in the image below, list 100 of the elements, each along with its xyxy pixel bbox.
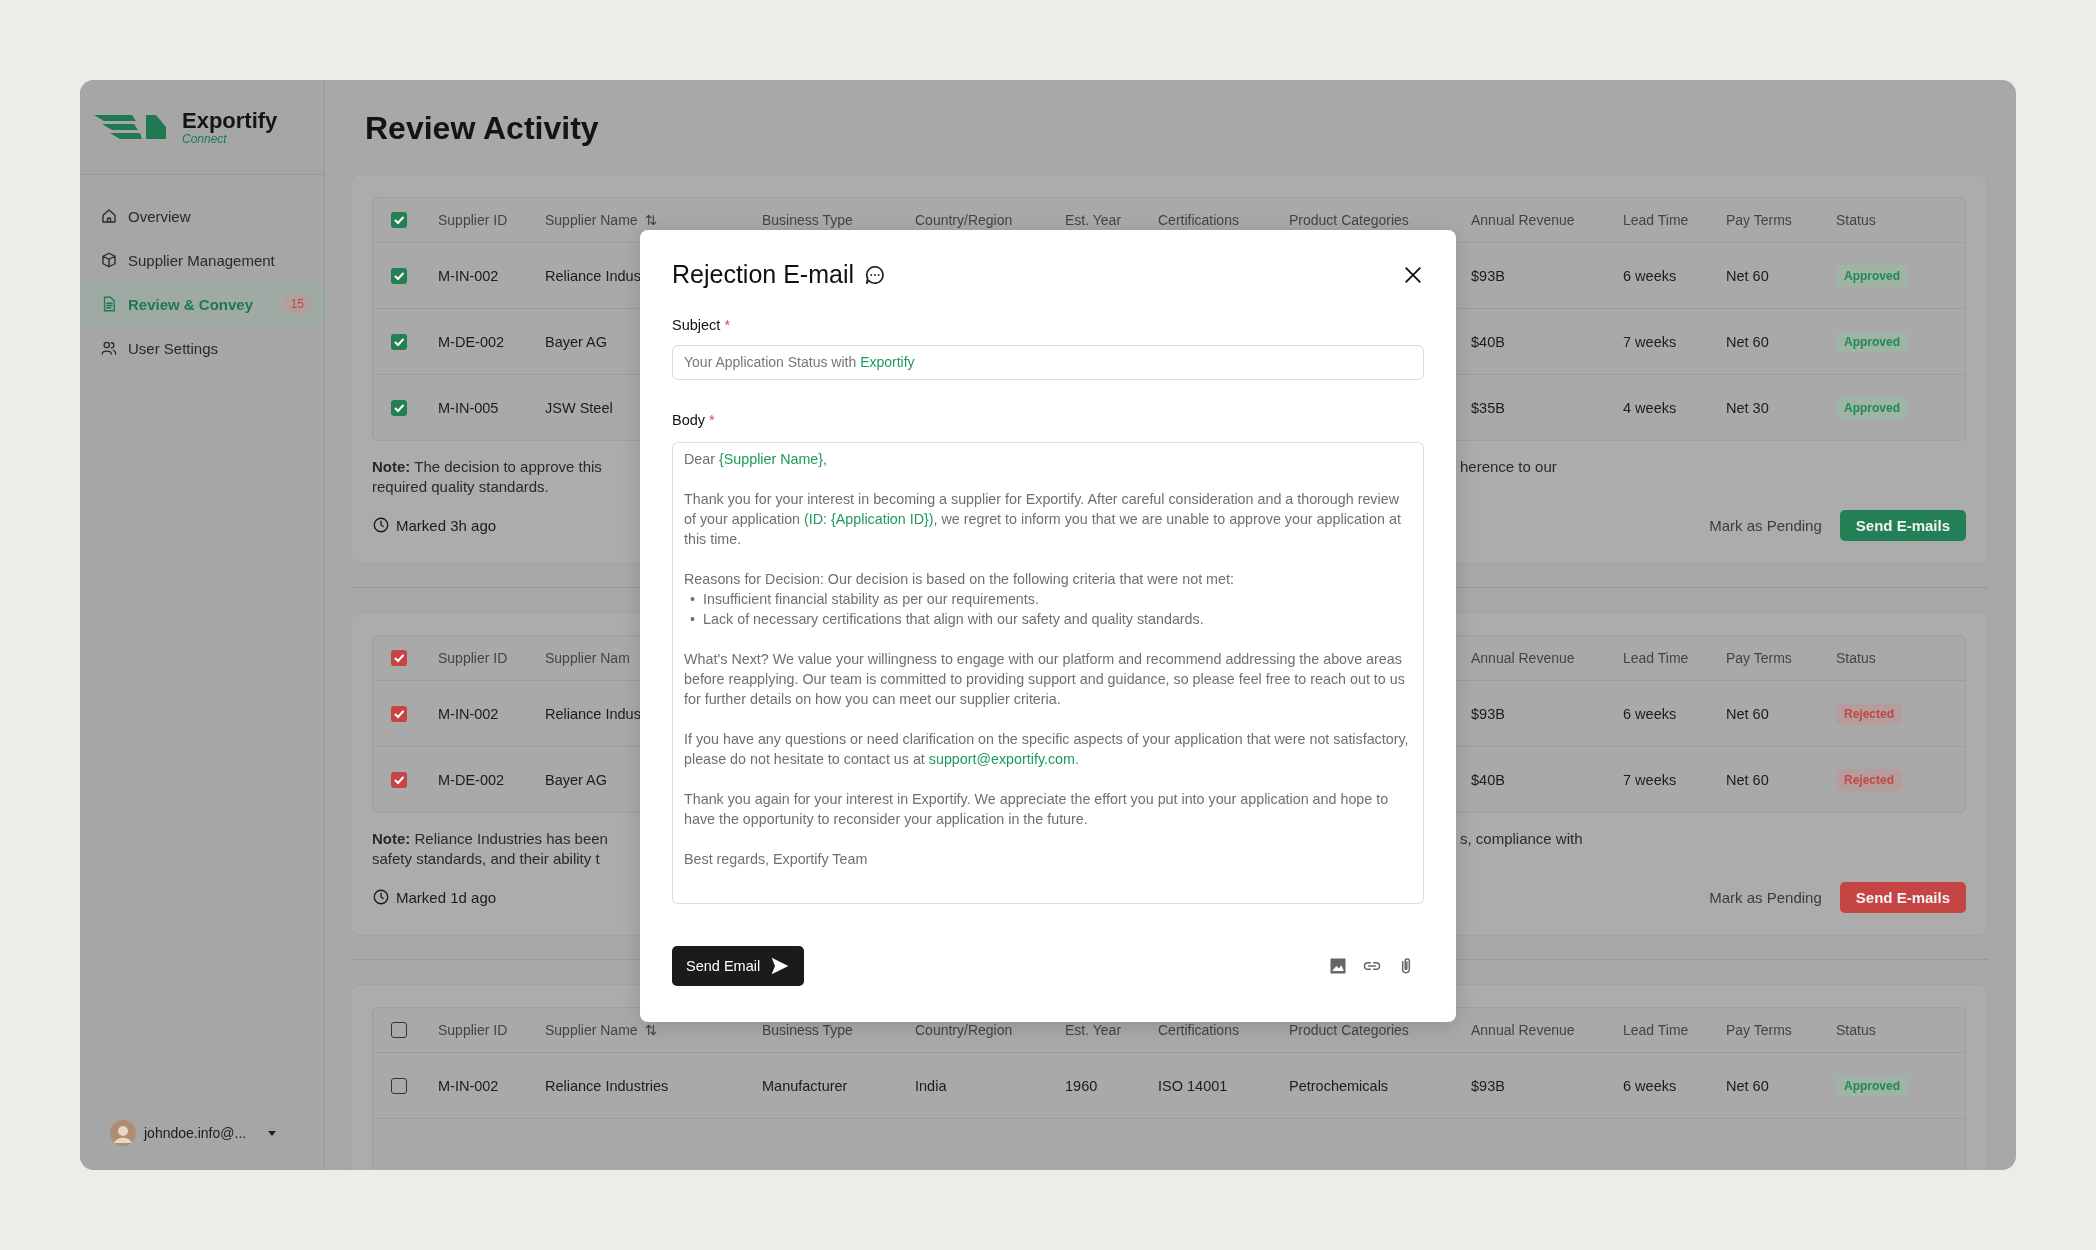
table-cell: 6 weeks (1623, 267, 1677, 284)
table-cell: JSW Steel (545, 399, 613, 416)
send-emails-button[interactable]: Send E-mails (1839, 881, 1966, 913)
table-cell: Reliance Indus (545, 267, 641, 284)
table-cell: Net 60 (1726, 333, 1769, 350)
column-header: Est. Year (1065, 212, 1122, 228)
bullet-item: Insufficient financial stability as per our requirements. (703, 590, 1039, 609)
checkbox[interactable] (391, 771, 407, 788)
modal-title: Rejection E-mail (672, 260, 854, 289)
body-paragraph: Thank you for your interest in becoming a supplier for Exportify. After careful consideration and a thorough review of your application (ID: {Application ID}), we regret to inform you that we are unable to approve your application at this time. (684, 490, 1402, 549)
column-header: Lead Time (1623, 212, 1689, 228)
checkbox[interactable] (391, 1077, 407, 1094)
checkbox[interactable] (391, 212, 407, 228)
sidebar-item[interactable]: Overview (80, 194, 324, 238)
table-cell: 6 weeks (1623, 1077, 1677, 1094)
table-cell: India (915, 1077, 947, 1094)
sidebar-item[interactable]: User Settings (80, 326, 324, 370)
user-email[interactable]: johndoe.info@... (144, 1125, 247, 1141)
column-header: Annual Revenue (1471, 1022, 1575, 1038)
status-badge: Approved (1836, 396, 1908, 419)
note-text: herence to our (1460, 457, 1558, 477)
checkbox[interactable] (391, 333, 407, 350)
image-button[interactable] (1328, 956, 1348, 976)
body-paragraph: Dear {Supplier Name}, (684, 450, 829, 469)
column-header: Status (1836, 650, 1876, 666)
checkbox[interactable] (391, 650, 407, 666)
table-cell: 1960 (1065, 1077, 1098, 1094)
note-text: safety standards, and their ability t (372, 849, 601, 869)
chat-bubble-icon (864, 263, 886, 286)
table-cell: Bayer AG (545, 771, 608, 788)
table-cell: Reliance Indus (545, 705, 641, 722)
mark-pending-button[interactable]: Mark as Pending (1699, 882, 1832, 912)
table-cell: 7 weeks (1623, 771, 1677, 788)
note-text: s, compliance with (1460, 829, 1584, 849)
body-paragraph: Best regards, Exportify Team (684, 850, 869, 869)
send-emails-button[interactable]: Send E-mails (1839, 509, 1966, 541)
send-email-button[interactable]: Send Email (672, 946, 805, 986)
table-cell: Petrochemicals (1289, 1077, 1389, 1094)
column-header: Country/Region (915, 1022, 1013, 1038)
table-cell: 7 weeks (1623, 333, 1677, 350)
check-icon (393, 652, 405, 664)
column-header: Certifications (1158, 1022, 1239, 1038)
column-header: Pay Terms (1726, 1022, 1792, 1038)
bullet-marker: • (690, 610, 695, 629)
column-header: Business Type (762, 212, 853, 228)
box-icon (100, 251, 118, 269)
table-cell: M-DE-002 (438, 333, 505, 350)
mark-pending-button[interactable]: Mark as Pending (1699, 510, 1832, 540)
logo-tagline: Connect (182, 132, 227, 146)
field-label: Subject (672, 317, 721, 333)
column-header: Lead Time (1623, 650, 1689, 666)
table-cell: $40B (1471, 771, 1505, 788)
bullet-item: Lack of necessary certifications that align with our safety and quality standards. (703, 610, 1204, 629)
column-header[interactable]: Supplier Name (545, 212, 638, 228)
table-cell: 4 weeks (1623, 399, 1677, 416)
body-field[interactable] (672, 442, 1424, 904)
column-header: Status (1836, 212, 1876, 228)
column-header: Lead Time (1623, 1022, 1689, 1038)
checkbox[interactable] (391, 399, 407, 416)
note-text: required quality standards. (372, 477, 550, 497)
checkbox[interactable] (391, 267, 407, 284)
users-icon (100, 339, 118, 357)
table-cell: Net 30 (1726, 399, 1769, 416)
column-header: Supplier ID (438, 650, 508, 666)
column-header: Product Categories (1289, 1022, 1409, 1038)
checkbox[interactable] (391, 705, 407, 722)
table-cell: $93B (1471, 1077, 1505, 1094)
field-label: Body (672, 412, 706, 428)
column-header: Status (1836, 1022, 1876, 1038)
table-cell: M-DE-002 (438, 771, 505, 788)
status-badge: Rejected (1836, 768, 1903, 791)
checkbox[interactable] (391, 1022, 407, 1038)
column-header: Supplier ID (438, 1022, 508, 1038)
status-badge: Approved (1836, 330, 1908, 353)
marked-time: Marked 1d ago (396, 888, 497, 906)
count-badge: 15 (282, 295, 312, 313)
page-title: Review Activity (365, 109, 600, 148)
table-cell: $40B (1471, 333, 1505, 350)
body-paragraph: What’s Next? We value your willingness to engage with our platform and recommend addressing the above areas before reapplying. Our team is committed to providing support and guidance, so please feel free to reach out to us for further details on how you can meet our supplier criteria. (684, 650, 1406, 709)
note-text: Note: The decision to approve this (372, 457, 603, 477)
table-cell: Net 60 (1726, 771, 1769, 788)
sidebar-item[interactable]: Supplier Management (80, 238, 324, 282)
column-header[interactable]: Supplier Nam (545, 650, 630, 666)
marked-time: Marked 3h ago (396, 516, 497, 534)
column-header: Pay Terms (1726, 650, 1792, 666)
table-cell: Manufacturer (762, 1077, 848, 1094)
table-cell: M-IN-002 (438, 267, 499, 284)
table-cell: ISO 14001 (1158, 1077, 1228, 1094)
column-header: Business Type (762, 1022, 853, 1038)
column-header: Pay Terms (1726, 212, 1792, 228)
status-badge: Rejected (1836, 702, 1903, 725)
column-header[interactable]: Supplier Name (545, 1022, 638, 1038)
email-link[interactable]: support@exportify.com (928, 751, 1075, 767)
status-badge: Approved (1836, 264, 1908, 287)
required-mark: * (724, 317, 731, 333)
subject-field[interactable]: Your Application Status with Exportify (672, 345, 1424, 380)
clock-icon (372, 888, 390, 906)
column-header: Country/Region (915, 212, 1013, 228)
status-badge: Approved (1836, 1074, 1908, 1097)
body-paragraph: Reasons for Decision: Our decision is based on the following criteria that were not met: (684, 570, 1235, 589)
